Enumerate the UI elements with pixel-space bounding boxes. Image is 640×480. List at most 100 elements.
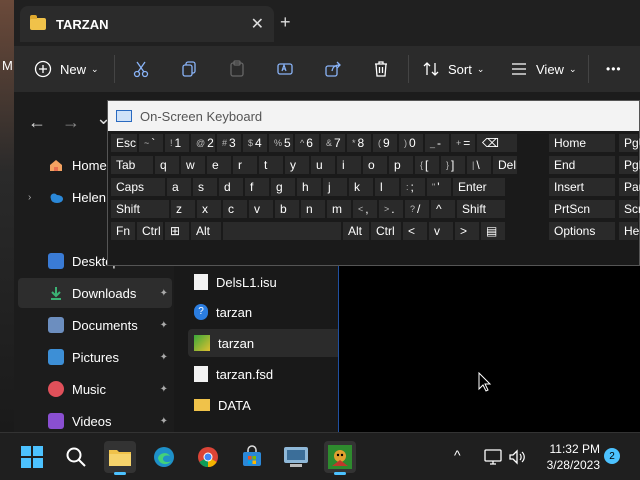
osk-key[interactable]: Caps [110, 177, 166, 197]
osk-key[interactable]: & 7 [320, 133, 346, 153]
osk-key[interactable]: w [180, 155, 206, 175]
osk-key[interactable]: v [428, 221, 454, 241]
share-button[interactable] [324, 60, 342, 78]
osk-key[interactable]: x [196, 199, 222, 219]
osk-key[interactable]: j [322, 177, 348, 197]
osk-key[interactable]: l [374, 177, 400, 197]
new-tab-button[interactable]: + [280, 12, 291, 33]
osk-key[interactable]: <, [352, 199, 378, 219]
osk-key[interactable]: k [348, 177, 374, 197]
osk-key[interactable]: Help [618, 221, 640, 241]
osk-key[interactable]: ! 1 [164, 133, 190, 153]
osk-key[interactable]: q [154, 155, 180, 175]
osk-key[interactable]: ? / [404, 199, 430, 219]
osk-key[interactable]: g [270, 177, 296, 197]
paste-button[interactable] [228, 60, 246, 78]
osk-key[interactable]: ^ [430, 199, 456, 219]
list-item[interactable]: tarzan.fsd [188, 360, 350, 388]
osk-key[interactable]: (9 [372, 133, 398, 153]
osk-key[interactable]: Fn [110, 221, 136, 241]
osk-key[interactable]: c [222, 199, 248, 219]
osk-key[interactable]: $4 [242, 133, 268, 153]
osk-key[interactable]: #3 [216, 133, 242, 153]
osk-key[interactable]: p [388, 155, 414, 175]
close-tab-button[interactable]: ✕ [251, 14, 264, 34]
osk-key[interactable]: y [284, 155, 310, 175]
osk-key[interactable]: Home [548, 133, 616, 153]
osk-key[interactable]: f [244, 177, 270, 197]
osk-key[interactable]: < [402, 221, 428, 241]
osk-key[interactable]: Shift [456, 199, 506, 219]
osk-key[interactable]: a [166, 177, 192, 197]
osk-key[interactable]: PgU [618, 133, 640, 153]
sort-button[interactable]: Sort ⌄ [422, 60, 484, 78]
osk-key[interactable]: n [300, 199, 326, 219]
tarzan-app-button[interactable] [324, 441, 356, 475]
start-button[interactable] [16, 441, 48, 473]
osk-key[interactable]: ^ 6 [294, 133, 320, 153]
delete-button[interactable] [372, 60, 390, 78]
osk-key[interactable]: t [258, 155, 284, 175]
osk-key[interactable]: Esc [110, 133, 138, 153]
view-button[interactable]: View ⌄ [510, 60, 577, 78]
osk-key[interactable]: + = [450, 133, 476, 153]
osk-key[interactable]: b [274, 199, 300, 219]
notification-badge[interactable]: 2 [604, 448, 620, 464]
osk-key[interactable]: % 5 [268, 133, 294, 153]
list-item[interactable]: ? tarzan [188, 298, 350, 326]
back-button[interactable]: ← [28, 112, 46, 133]
chrome-button[interactable] [192, 441, 224, 473]
osk-key[interactable]: Paus [618, 177, 640, 197]
osk-key[interactable]: Del [492, 155, 518, 175]
osk-key[interactable]: u [310, 155, 336, 175]
osk-key[interactable]: }] [440, 155, 466, 175]
osk-key[interactable]: PgD [618, 155, 640, 175]
volume-icon[interactable] [508, 449, 526, 465]
osk-key[interactable]: " ' [426, 177, 452, 197]
osk-key[interactable]: Enter [452, 177, 506, 197]
osk-key[interactable]: m [326, 199, 352, 219]
sidebar-item-music[interactable]: Music ✦ [18, 374, 172, 404]
osk-key[interactable]: e [206, 155, 232, 175]
osk-key[interactable]: ⌫ [476, 133, 518, 153]
cut-button[interactable] [132, 60, 150, 78]
new-button[interactable]: New ⌄ [34, 60, 99, 78]
list-item[interactable]: DelsL1.isu [188, 268, 350, 296]
osk-taskbar-button[interactable] [280, 441, 312, 473]
list-item[interactable]: DATA [188, 391, 350, 419]
osk-key[interactable]: >. [378, 199, 404, 219]
list-item[interactable]: tarzan [188, 329, 350, 357]
file-explorer-button[interactable] [104, 441, 136, 475]
copy-button[interactable] [180, 60, 198, 78]
osk-key[interactable]: Ctrl [136, 221, 164, 241]
osk-key[interactable]: Alt [342, 221, 370, 241]
osk-key[interactable]: _ - [424, 133, 450, 153]
osk-key[interactable]: Shift [110, 199, 170, 219]
osk-key[interactable]: d [218, 177, 244, 197]
osk-key[interactable]: Tab [110, 155, 154, 175]
osk-key[interactable]: v [248, 199, 274, 219]
rename-button[interactable] [276, 60, 294, 78]
osk-key[interactable]: :; [400, 177, 426, 197]
osk-key[interactable]: Insert [548, 177, 616, 197]
osk-key[interactable]: z [170, 199, 196, 219]
store-button[interactable] [236, 441, 268, 473]
sidebar-item-pictures[interactable]: Pictures ✦ [18, 342, 172, 372]
sidebar-item-documents[interactable]: Documents ✦ [18, 310, 172, 340]
osk-key[interactable]: ScrL [618, 199, 640, 219]
show-hidden-icons-button[interactable]: ^ [454, 447, 461, 463]
osk-key[interactable]: s [192, 177, 218, 197]
clock[interactable]: 11:32 PM 3/28/2023 [536, 441, 600, 473]
osk-key[interactable]: * 8 [346, 133, 372, 153]
osk-key[interactable]: Options [548, 221, 616, 241]
search-button[interactable] [60, 441, 92, 473]
osk-key[interactable]: End [548, 155, 616, 175]
osk-key[interactable]: h [296, 177, 322, 197]
osk-key[interactable]: Alt [190, 221, 222, 241]
forward-button[interactable]: → [62, 112, 80, 133]
osk-key[interactable]: ▤ [480, 221, 506, 241]
osk-key[interactable]: ) 0 [398, 133, 424, 153]
osk-key[interactable]: ~ ` [138, 133, 164, 153]
osk-key[interactable]: o [362, 155, 388, 175]
more-options-button[interactable]: ••• [606, 62, 622, 76]
